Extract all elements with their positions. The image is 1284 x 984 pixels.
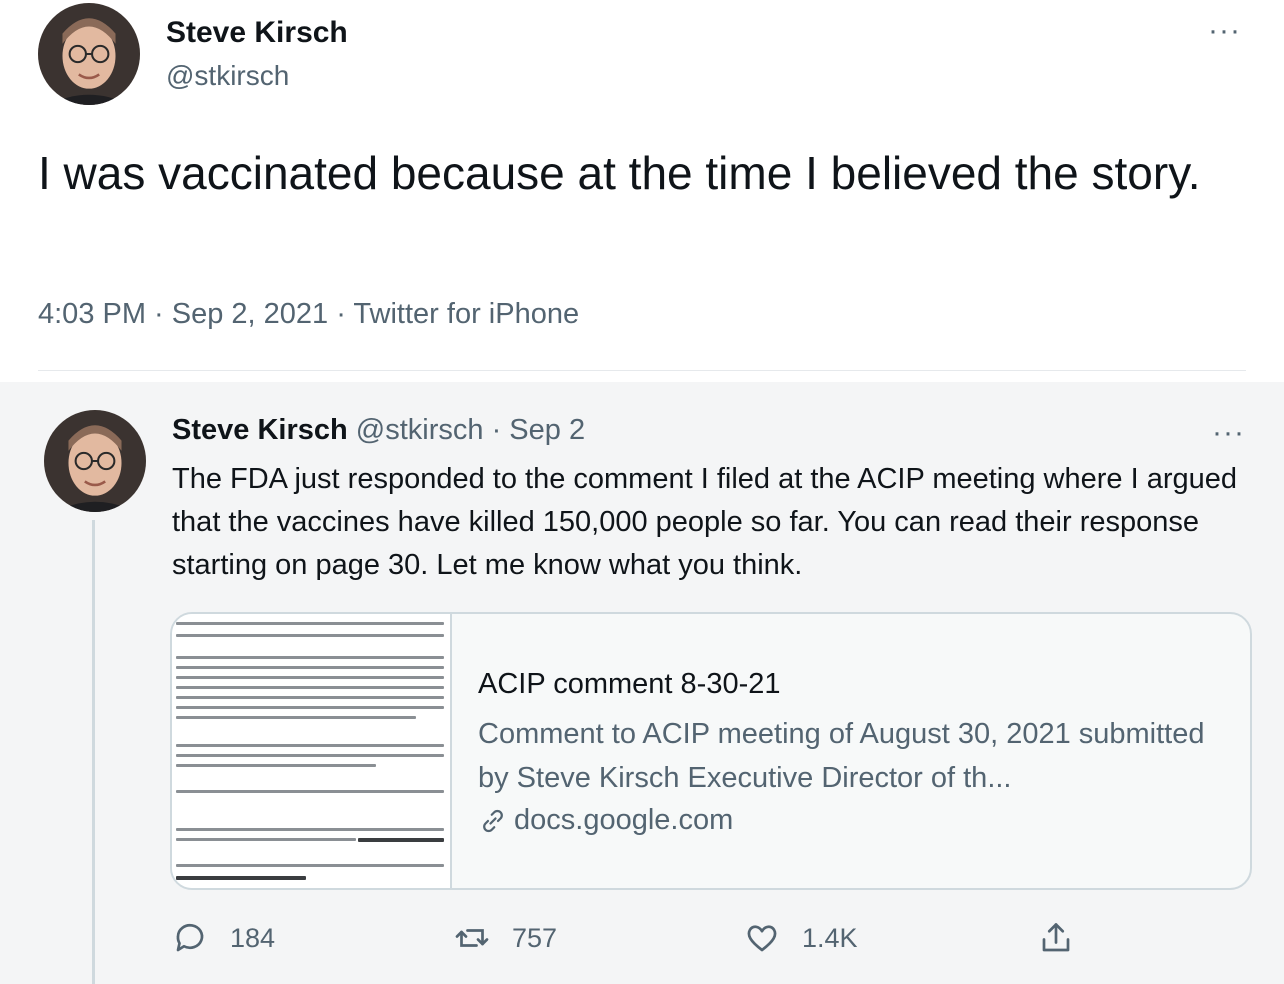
reply-icon [176, 923, 204, 952]
reply-tweet-text: The FDA just responded to the comment I … [172, 463, 1237, 581]
card-domain-text: docs.google.com [514, 804, 734, 836]
main-tweet-text: I was vaccinated because at the time I b… [38, 147, 1201, 199]
reply-button[interactable]: 184 [172, 920, 275, 956]
retweet-button[interactable]: 757 [454, 920, 557, 956]
card-domain: docs.google.com [478, 804, 733, 837]
reply-tweet-author-name[interactable]: Steve Kirsch [172, 414, 348, 446]
link-icon [483, 809, 503, 832]
card-title: ACIP comment 8-30-21 [478, 668, 781, 700]
heart-icon [747, 925, 777, 952]
card-description: Comment to ACIP meeting of August 30, 20… [478, 718, 1205, 794]
reply-tweet-header: Steve Kirsch @stkirsch · Sep 2 [172, 414, 585, 447]
link-preview-card[interactable]: ACIP comment 8-30-21 Comment to ACIP mee… [170, 612, 1252, 890]
like-button[interactable]: 1.4K [744, 920, 858, 956]
header-separator: · [491, 414, 502, 446]
main-tweet-timestamp[interactable]: 4:03 PM · Sep 2, 2021 · Twitter for iPho… [38, 298, 579, 331]
document-thumbnail [172, 614, 452, 888]
profile-photo-icon [38, 3, 140, 105]
reply-tweet-date[interactable]: Sep 2 [509, 414, 585, 446]
like-count: 1.4K [802, 922, 858, 953]
main-tweet-more-icon[interactable]: ··· [1208, 14, 1241, 48]
main-tweet-avatar[interactable] [38, 3, 140, 105]
profile-photo-icon [44, 410, 146, 512]
reply-tweet-author-handle[interactable]: @stkirsch [356, 414, 484, 446]
main-tweet-author-name[interactable]: Steve Kirsch [166, 16, 348, 50]
reply-tweet-more-icon[interactable]: ··· [1212, 416, 1245, 450]
thread-connector-line [92, 520, 95, 984]
share-button[interactable] [1038, 920, 1074, 956]
divider [38, 370, 1246, 371]
reply-tweet-avatar[interactable] [44, 410, 146, 512]
main-tweet-author-handle[interactable]: @stkirsch [166, 60, 289, 92]
share-icon [1042, 923, 1070, 952]
reply-count: 184 [230, 922, 276, 953]
retweet-icon [455, 929, 489, 947]
retweet-count: 757 [512, 922, 558, 953]
